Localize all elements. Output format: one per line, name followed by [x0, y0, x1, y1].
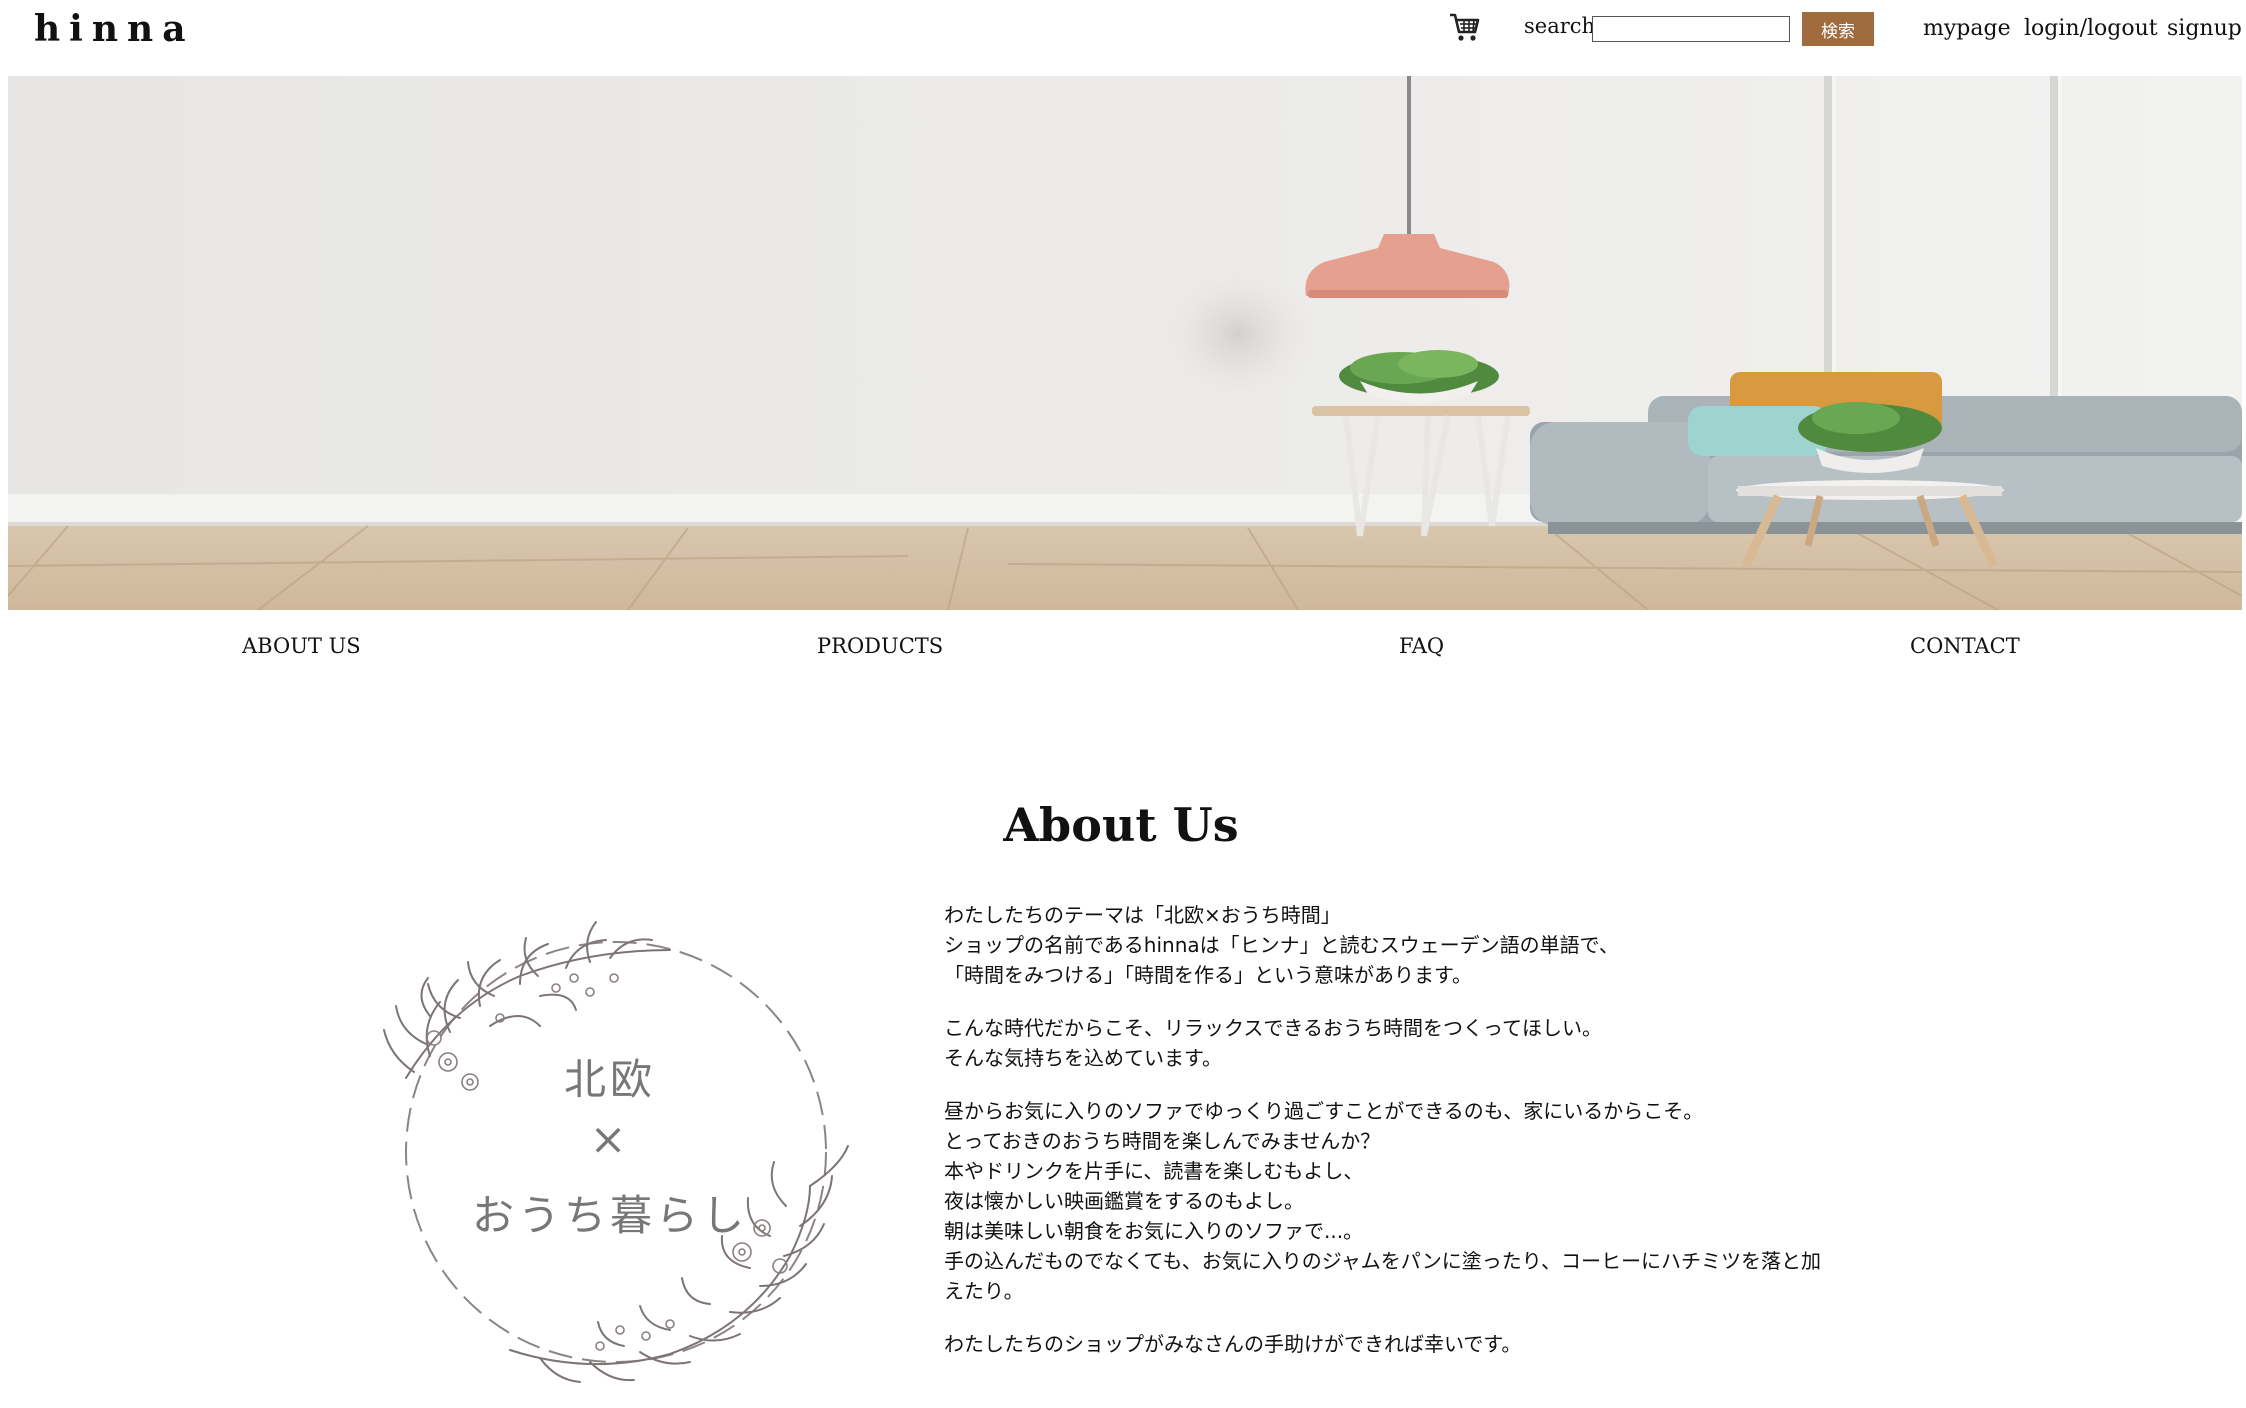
about-body: わたしたちのテーマは「北欧×おうち時間」 ショップの名前であるhinnaは「ヒン… — [944, 900, 1904, 1382]
site-header: hinna search: 検索 mypage login/logout sig… — [0, 0, 2246, 76]
about-line: 「時間をみつける」「時間を作る」という意味があります。 — [944, 963, 1472, 987]
signup-link[interactable]: signup — [2167, 16, 2242, 41]
login-logout-link[interactable]: login/logout — [2024, 16, 2158, 41]
about-line: 朝は美味しい朝食をお気に入りのソファで...。 — [944, 1219, 1364, 1243]
about-paragraph: 昼からお気に入りのソファでゆっくり過ごすことができるのも、家にいるからこそ。 と… — [944, 1096, 1904, 1306]
emblem-line3: おうち暮らし — [471, 1191, 748, 1240]
search-label: search: — [1524, 14, 1603, 38]
cart-icon[interactable] — [1448, 10, 1488, 50]
nav-about-us[interactable]: ABOUT US — [242, 634, 361, 658]
site-logo[interactable]: hinna — [34, 8, 195, 50]
search-input[interactable] — [1592, 16, 1790, 42]
emblem-wreath: 北欧 × おうち暮らし — [370, 906, 850, 1404]
about-line: とっておきのおうち時間を楽しんでみませんか？ — [944, 1129, 1381, 1153]
about-heading: About Us — [0, 798, 2246, 852]
about-paragraph: わたしたちのショップがみなさんの手助けができれば幸いです。 — [944, 1329, 1904, 1359]
about-paragraph: こんな時代だからこそ、リラックスできるおうち時間をつくってほしい。 そんな気持ち… — [944, 1013, 1904, 1073]
mypage-link[interactable]: mypage — [1923, 16, 2011, 41]
about-line: ショップの名前であるhinnaは「ヒンナ」と読むスウェーデン語の単語で、 — [944, 933, 1619, 957]
nav-faq[interactable]: FAQ — [1399, 634, 1444, 658]
emblem-line2: × — [589, 1114, 631, 1165]
hero-image — [8, 76, 2242, 610]
about-line: わたしたちのショップがみなさんの手助けができれば幸いです。 — [944, 1332, 1522, 1356]
about-heading-text: About Us — [1003, 798, 1239, 852]
about-paragraph: わたしたちのテーマは「北欧×おうち時間」 ショップの名前であるhinnaは「ヒン… — [944, 900, 1904, 990]
about-line: 本やドリンクを片手に、読書を楽しむもよし、 — [944, 1159, 1364, 1183]
emblem-line1: 北欧 — [563, 1055, 656, 1104]
about-line: そんな気持ちを込めています。 — [944, 1046, 1222, 1070]
about-line: 手の込んだものでなくても、お気に入りのジャムをパンに塗ったり、コーヒーにハチミツ… — [944, 1249, 1821, 1273]
search-button[interactable]: 検索 — [1802, 12, 1874, 46]
about-line: 昼からお気に入りのソファでゆっくり過ごすことができるのも、家にいるからこそ。 — [944, 1099, 1704, 1123]
nav-products[interactable]: PRODUCTS — [817, 634, 943, 658]
nav-contact[interactable]: CONTACT — [1910, 634, 2020, 658]
about-line: こんな時代だからこそ、リラックスできるおうち時間をつくってほしい。 — [944, 1016, 1602, 1040]
about-line: わたしたちのテーマは「北欧×おうち時間」 — [944, 903, 1341, 927]
about-line: えたり。 — [944, 1279, 1024, 1303]
about-line: 夜は懐かしい映画鑑賞をするのもよし。 — [944, 1189, 1304, 1213]
